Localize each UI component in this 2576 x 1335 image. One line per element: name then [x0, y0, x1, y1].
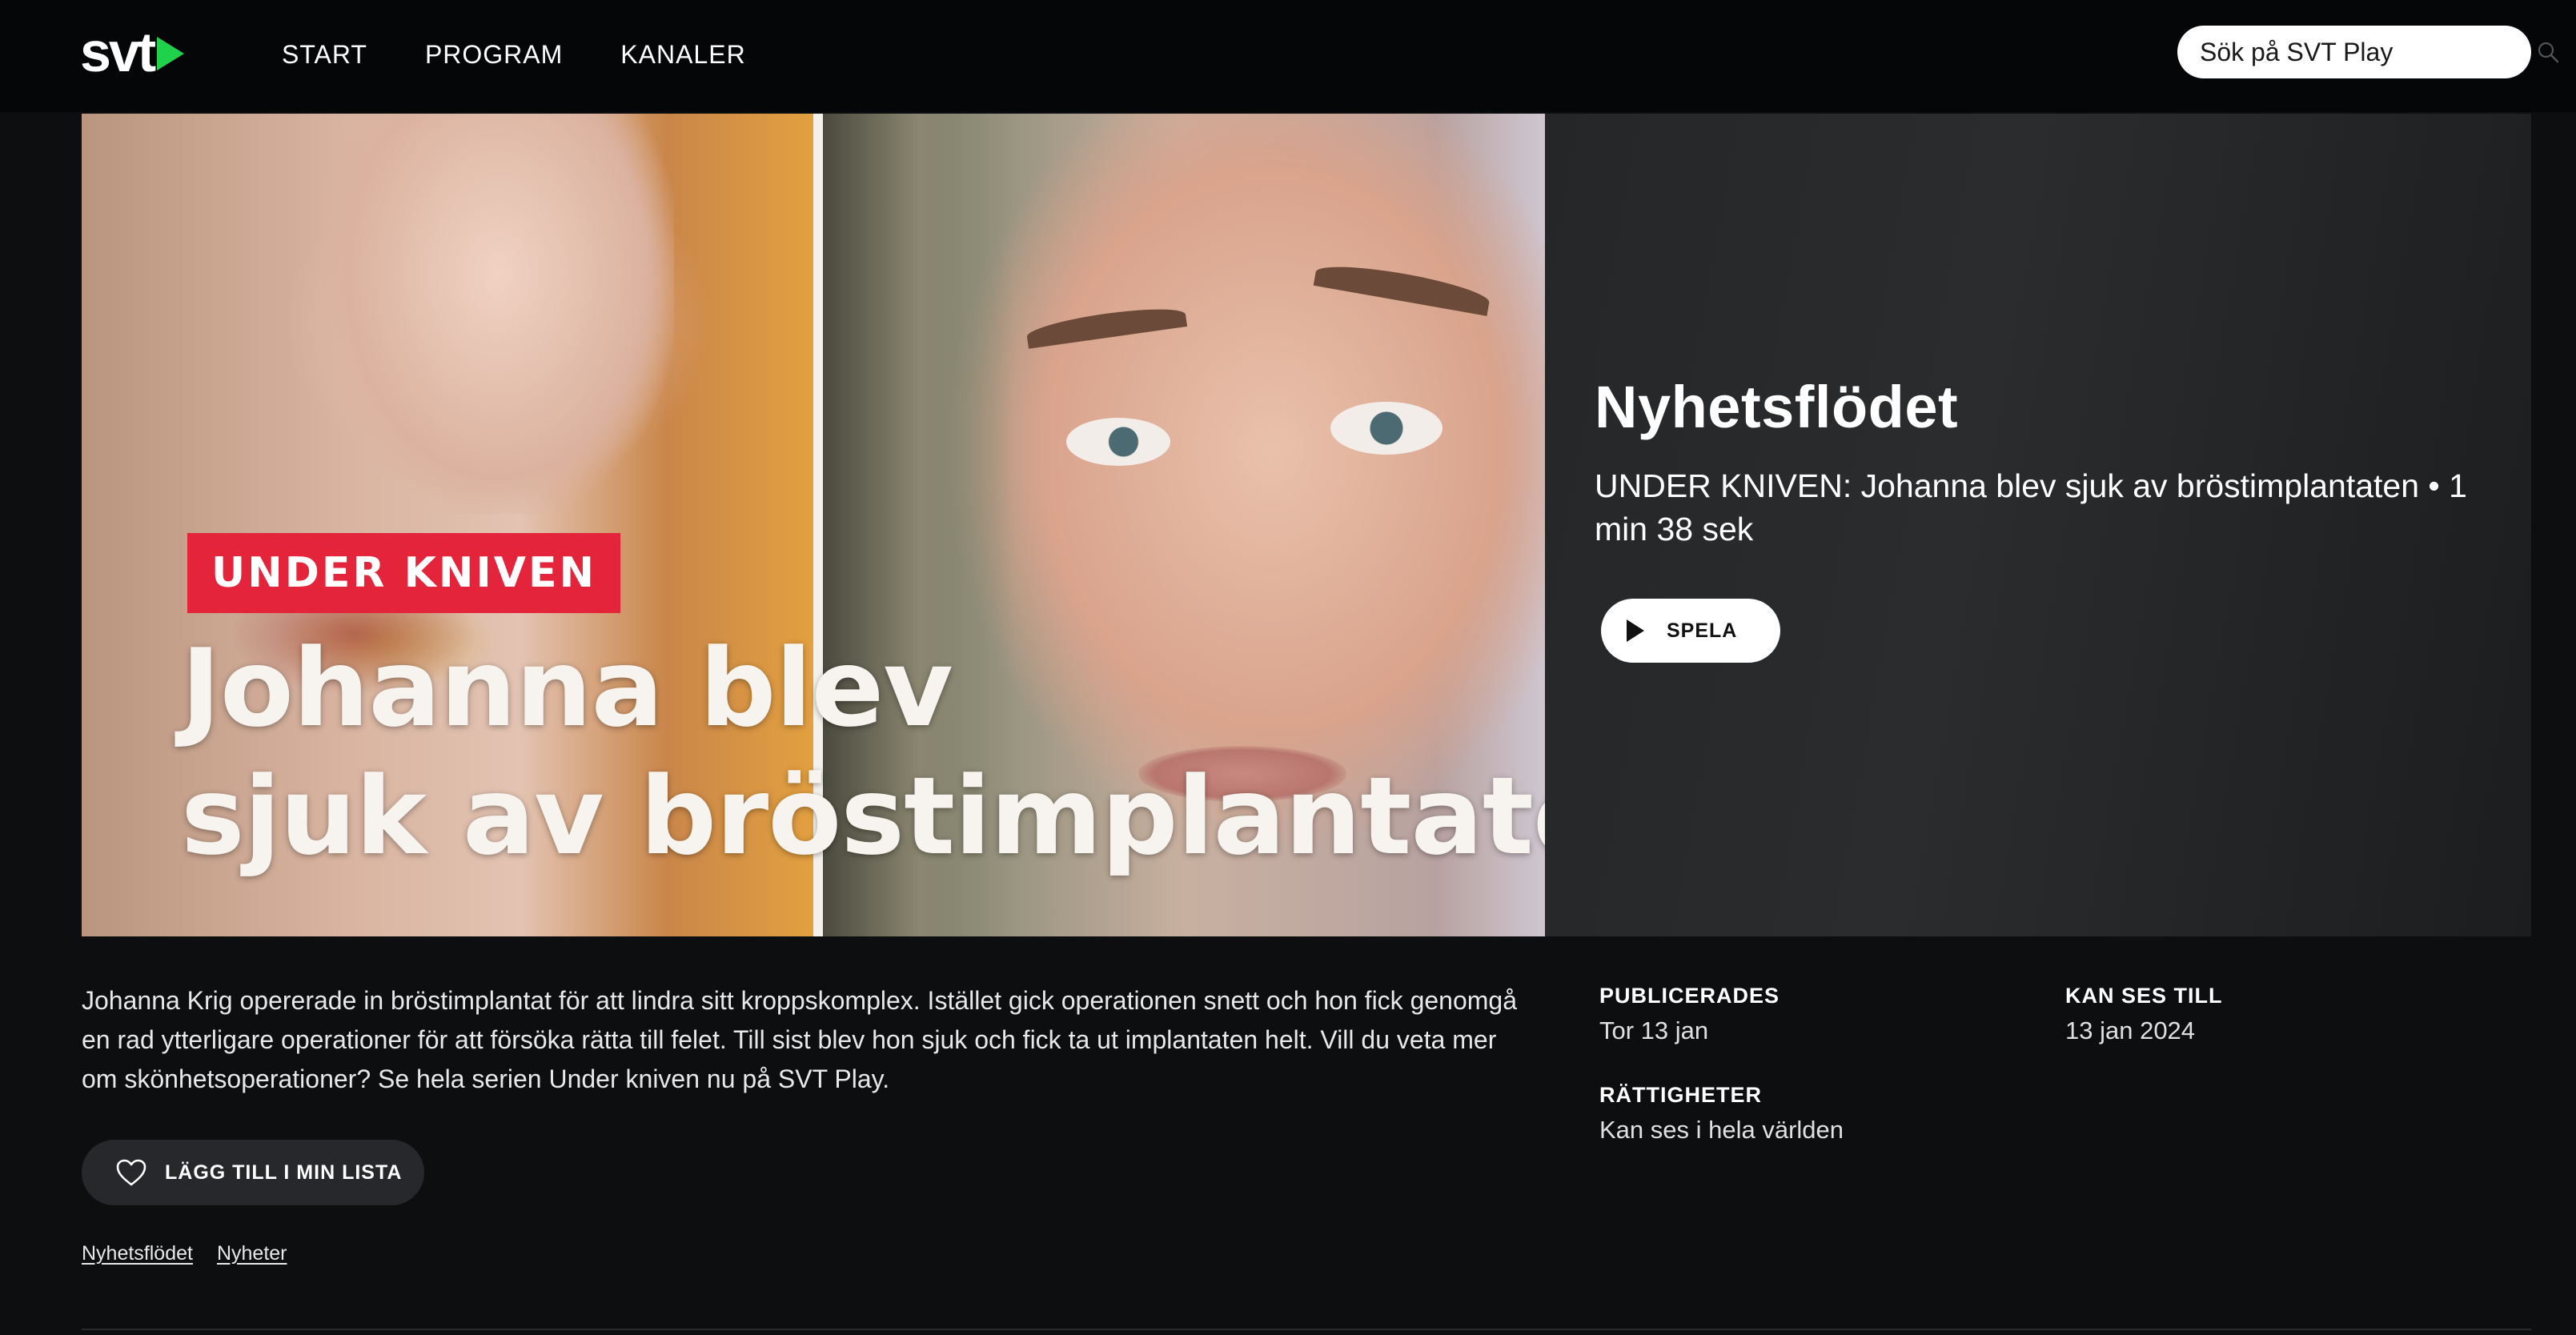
available-until-value: 13 jan 2024	[2065, 1016, 2196, 1044]
play-button-label: SPELA	[1667, 619, 1738, 642]
rights-value: Kan ses i hela världen	[1599, 1116, 1844, 1144]
main-nav: START PROGRAM KANALER	[282, 38, 746, 70]
thumbnail-hand-shape	[322, 114, 674, 514]
play-button[interactable]: SPELA	[1601, 599, 1780, 663]
published-info: PUBLICERADES Tor 13 jan	[1599, 981, 1780, 1048]
rights-label: RÄTTIGHETER	[1599, 1083, 1762, 1107]
thumbnail-eye	[1066, 418, 1170, 466]
play-triangle-icon	[157, 37, 185, 70]
thumbnail-headline-line1: Johanna blev	[181, 626, 953, 751]
thumbnail-headline: Johanna blev sjuk av bröstimplantaten	[181, 624, 1545, 880]
tag-links: Nyhetsflödet Nyheter	[82, 1242, 287, 1265]
logo-text: svt	[80, 21, 156, 83]
nav-start[interactable]: START	[282, 38, 367, 70]
hero-info: Nyhetsflödet UNDER KNIVEN: Johanna blev …	[1595, 114, 2499, 936]
nav-kanaler[interactable]: KANALER	[620, 38, 745, 70]
search-box	[2177, 26, 2559, 78]
rights-info: RÄTTIGHETER Kan ses i hela världen	[1599, 1080, 1844, 1148]
episode-subtitle: UNDER KNIVEN: Johanna blev sjuk av bröst…	[1595, 467, 2467, 547]
tag-link-nyheter[interactable]: Nyheter	[217, 1242, 287, 1265]
available-until-label: KAN SES TILL	[2065, 984, 2223, 1008]
available-until-info: KAN SES TILL 13 jan 2024	[2065, 981, 2223, 1048]
add-to-my-list-button[interactable]: LÄGG TILL I MIN LISTA	[82, 1140, 424, 1205]
thumbnail-series-tag: UNDER KNIVEN	[187, 533, 621, 613]
thumbnail-eye	[1330, 402, 1442, 455]
search-icon[interactable]	[2536, 38, 2560, 66]
svt-play-logo[interactable]: svt	[80, 21, 185, 83]
add-to-my-list-label: LÄGG TILL I MIN LISTA	[165, 1161, 403, 1184]
nav-program[interactable]: PROGRAM	[425, 38, 563, 70]
hero-section: UNDER KNIVEN Johanna blev sjuk av brösti…	[82, 114, 2531, 936]
section-divider	[82, 1329, 2531, 1330]
episode-description: Johanna Krig opererade in bröstimplantat…	[82, 986, 1517, 1093]
search-input[interactable]	[2200, 37, 2536, 67]
heart-icon	[116, 1159, 146, 1186]
hero-thumbnail[interactable]: UNDER KNIVEN Johanna blev sjuk av brösti…	[82, 114, 1545, 936]
play-icon	[1627, 619, 1644, 642]
site-header: svt START PROGRAM KANALER	[0, 0, 2576, 112]
thumbnail-headline-line2: sjuk av bröstimplantaten	[181, 754, 1545, 879]
tag-link-nyhetsflodet[interactable]: Nyhetsflödet	[82, 1242, 193, 1265]
published-value: Tor 13 jan	[1599, 1016, 1709, 1044]
published-label: PUBLICERADES	[1599, 984, 1780, 1008]
page-title: Nyhetsflödet	[1595, 374, 1959, 440]
